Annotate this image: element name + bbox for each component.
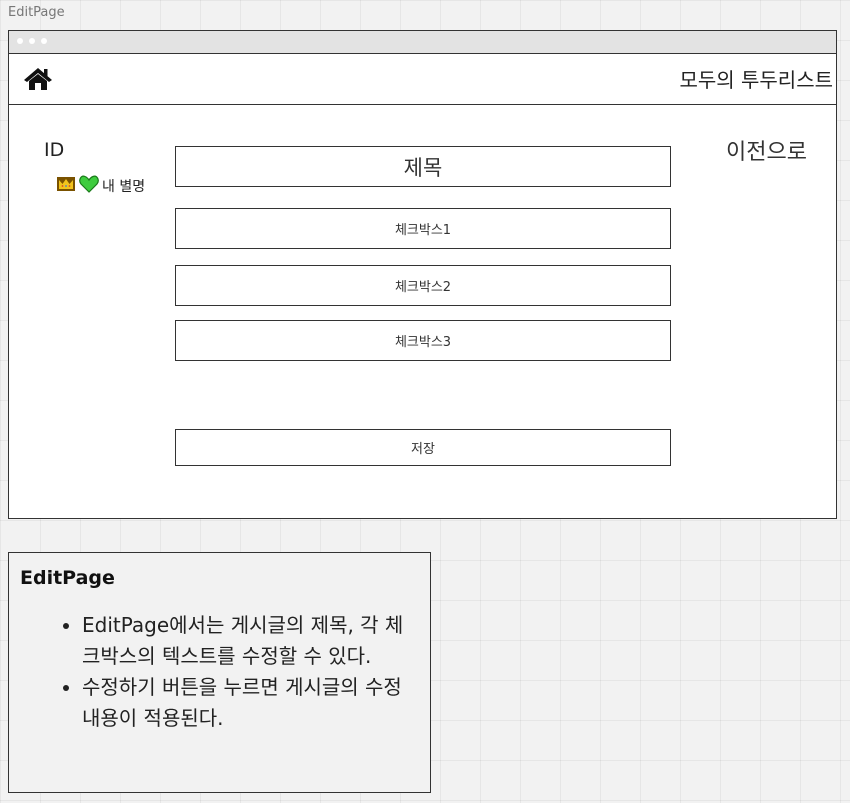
note-item: EditPage에서는 게시글의 제목, 각 체크박스의 텍스트를 수정할 수 …: [82, 610, 412, 672]
home-icon[interactable]: [24, 67, 52, 95]
nickname-label: 내 별명: [102, 179, 146, 195]
note-item: 수정하기 버튼을 누르면 게시글의 수정 내용이 적용된다.: [82, 672, 412, 734]
checkbox-text-input-3[interactable]: 체크박스3: [175, 320, 671, 361]
checkbox-text-input-2[interactable]: 체크박스2: [175, 265, 671, 306]
user-nickname-row: 내 별명: [56, 175, 145, 197]
note-list: EditPage에서는 게시글의 제목, 각 체크박스의 텍스트를 수정할 수 …: [37, 610, 412, 734]
window-dot-icon: [17, 38, 23, 44]
green-heart-icon: [79, 175, 99, 197]
note-title: EditPage: [20, 567, 115, 589]
window-dot-icon: [29, 38, 35, 44]
window-dot-icon: [41, 38, 47, 44]
crown-icon: [56, 176, 76, 196]
title-input[interactable]: 제목: [175, 146, 671, 187]
save-button[interactable]: 저장: [175, 429, 671, 466]
browser-titlebar: [9, 31, 836, 54]
frame-label: EditPage: [8, 5, 65, 20]
user-id: ID: [44, 139, 65, 161]
checkbox-text-input-1[interactable]: 체크박스1: [175, 208, 671, 249]
app-title: 모두의 투두리스트: [679, 68, 833, 92]
browser-window: 모두의 투두리스트 ID 내 별명 이전으로 제목 체크박스1 체크박스2 체크…: [8, 30, 837, 519]
description-note: EditPage EditPage에서는 게시글의 제목, 각 체크박스의 텍스…: [8, 552, 431, 793]
navbar: 모두의 투두리스트: [9, 54, 836, 105]
back-button[interactable]: 이전으로: [726, 134, 807, 166]
